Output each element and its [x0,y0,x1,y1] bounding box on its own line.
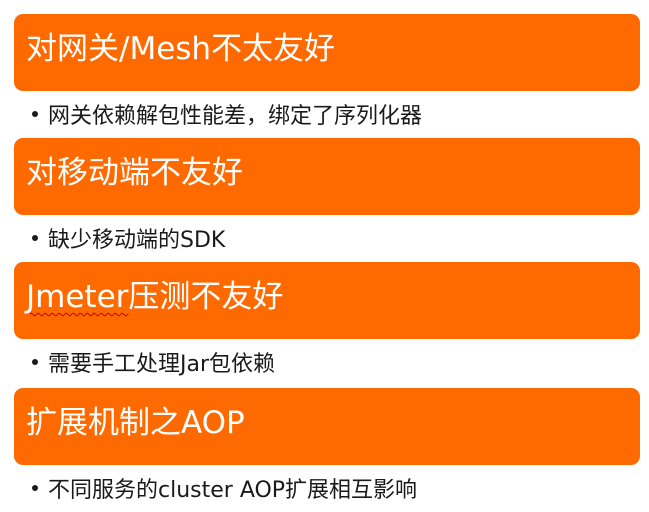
bullet-item-gateway-mesh: 网关依赖解包性能差，绑定了序列化器 [32,97,422,131]
section-header-jmeter: Jmeter压测不友好 [14,262,640,339]
bullet-text: 需要手工处理Jar包依赖 [48,352,276,377]
bullet-item-mobile: 缺少移动端的SDK [32,221,225,255]
bullet-item-aop: 不同服务的cluster AOP扩展相互影响 [32,471,417,505]
section-title: 对移动端不友好 [26,155,243,191]
section-title-rest: 压测不友好 [128,279,284,315]
section-header-aop: 扩展机制之AOP [14,388,640,465]
section-title: 对网关/Mesh不太友好 [26,31,336,67]
section-title: 扩展机制之AOP [26,405,245,441]
bullet-dot-icon [32,485,38,491]
bullet-dot-icon [32,235,38,241]
spellcheck-word: Jmeter [26,279,129,315]
section-header-gateway-mesh: 对网关/Mesh不太友好 [14,14,640,91]
bullet-text: 不同服务的cluster AOP扩展相互影响 [48,478,418,503]
bullet-dot-icon [32,111,38,117]
bullet-dot-icon [32,359,38,365]
section-header-mobile: 对移动端不友好 [14,138,640,215]
section-title: Jmeter压测不友好 [26,282,283,313]
bullet-text: 网关依赖解包性能差，绑定了序列化器 [48,104,423,129]
bullet-item-jmeter: 需要手工处理Jar包依赖 [32,345,275,379]
bullet-text: 缺少移动端的SDK [48,228,226,253]
